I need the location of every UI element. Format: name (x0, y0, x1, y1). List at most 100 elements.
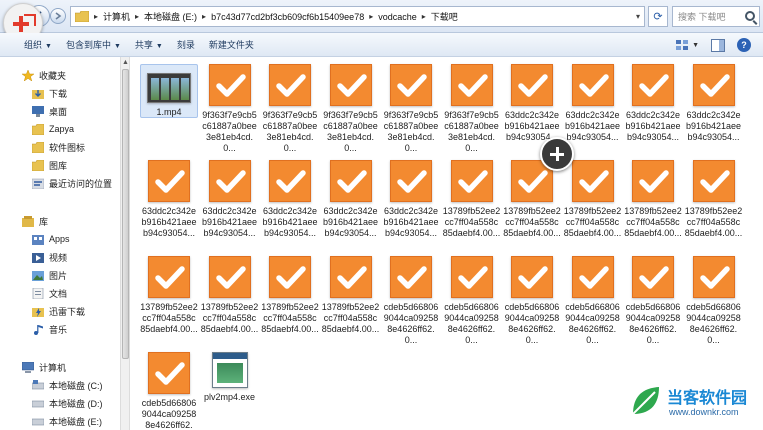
file-item[interactable]: 13789fb52ee2cc7ff04a558c85daebf4.00... (261, 256, 319, 335)
file-item[interactable]: cdeb5d668069044ca092588e4626ff62.0... (140, 352, 198, 430)
file-item[interactable]: cdeb5d668069044ca092588e4626ff62.0... (503, 256, 561, 346)
nav-apps[interactable]: Apps (32, 231, 70, 247)
file-item[interactable]: 63ddc2c342eb916b421aeeb94c93054... (685, 64, 743, 143)
burn-button[interactable]: 刻录 (177, 38, 195, 51)
nav-videos[interactable]: 视频 (32, 249, 67, 265)
file-item[interactable]: 13789fb52ee2cc7ff04a558c85daebf4.00... (624, 160, 682, 239)
library-icon (22, 215, 34, 227)
checkmark-icon (511, 64, 553, 106)
checkmark-icon (571, 64, 614, 106)
checkmark-icon (632, 160, 674, 202)
file-name: 13789fb52ee2cc7ff04a558c85daebf4.00... (261, 302, 319, 334)
nav-library-folder[interactable]: 图库 (32, 157, 67, 173)
file-item[interactable]: 13789fb52ee2cc7ff04a558c85daebf4.00... (201, 256, 259, 335)
file-item[interactable]: cdeb5d668069044ca092588e4626ff62.0... (564, 256, 622, 346)
nav-desktop[interactable]: 桌面 (32, 103, 67, 119)
apps-library-icon (32, 234, 44, 245)
organize-menu[interactable]: 组织 ▼ (24, 38, 52, 51)
file-item[interactable]: 13789fb52ee2cc7ff04a558c85daebf4.00... (443, 160, 501, 239)
file-item[interactable]: 9f363f7e9cb5c61887a0bee3e81eb4cd.0... (261, 64, 319, 154)
help-icon[interactable]: ? (737, 38, 751, 52)
checkmark-icon (450, 256, 493, 298)
nav-drive-e[interactable]: 本地磁盘 (E:) (32, 413, 102, 429)
chevron-down-icon[interactable]: ▼ (692, 42, 699, 49)
file-name: 13789fb52ee2cc7ff04a558c85daebf4.00... (140, 302, 198, 334)
nav-documents[interactable]: 文档 (32, 285, 67, 301)
chevron-down-icon[interactable]: ▾ (636, 12, 640, 21)
file-item[interactable]: 9f363f7e9cb5c61887a0bee3e81eb4cd.0... (382, 64, 440, 154)
include-in-library-menu[interactable]: 包含到库中 ▼ (66, 38, 121, 51)
forward-button[interactable] (50, 8, 66, 24)
navigation-scrollbar[interactable]: ▲ (120, 57, 130, 430)
breadcrumb[interactable]: ▸ 计算机 ▸ 本地磁盘 (E:) ▸ b7c43d77cd2bf3cb609c… (70, 6, 645, 27)
file-name: 63ddc2c342eb916b421aeeb94c93054... (322, 206, 379, 238)
breadcrumb-separator: ▸ (421, 12, 426, 21)
file-name: 63ddc2c342eb916b421aeeb94c93054... (564, 110, 621, 142)
checkmark-icon (511, 256, 553, 298)
file-item[interactable]: 63ddc2c342eb916b421aeeb94c93054... (261, 160, 319, 239)
checkmark-icon (450, 64, 493, 106)
file-item[interactable]: cdeb5d668069044ca092588e4626ff62.0... (624, 256, 682, 346)
file-item[interactable]: 13789fb52ee2cc7ff04a558c85daebf4.00... (322, 256, 380, 335)
checkmark-icon (692, 64, 735, 106)
nav-music[interactable]: 音乐 (32, 321, 67, 337)
scroll-up-icon[interactable]: ▲ (122, 59, 129, 66)
nav-downloads[interactable]: 下载 (32, 85, 67, 101)
video-file-item[interactable]: 1.mp4 (140, 64, 198, 118)
file-item[interactable]: cdeb5d668069044ca092588e4626ff62.0... (685, 256, 743, 346)
file-item[interactable]: 13789fb52ee2cc7ff04a558c85daebf4.00... (685, 160, 743, 239)
drive-icon (32, 400, 44, 407)
nav-drive-d[interactable]: 本地磁盘 (D:) (32, 395, 103, 411)
file-item[interactable]: 63ddc2c342eb916b421aeeb94c93054... (564, 64, 622, 143)
file-item[interactable]: 63ddc2c342eb916b421aeeb94c93054... (140, 160, 198, 239)
new-folder-button[interactable]: 新建文件夹 (209, 38, 254, 51)
file-item[interactable]: 9f363f7e9cb5c61887a0bee3e81eb4cd.0... (443, 64, 501, 154)
file-item[interactable]: cdeb5d668069044ca092588e4626ff62.0... (382, 256, 440, 346)
breadcrumb-hash-folder[interactable]: b7c43d77cd2bf3cb609cf6b15409ee78 (211, 12, 364, 22)
file-item[interactable]: 63ddc2c342eb916b421aeeb94c93054... (382, 160, 440, 239)
file-item[interactable]: 63ddc2c342eb916b421aeeb94c93054... (322, 160, 380, 239)
nav-recent-places[interactable]: 最近访问的位置 (32, 175, 112, 191)
file-item[interactable]: 9f363f7e9cb5c61887a0bee3e81eb4cd.0... (201, 64, 259, 154)
nav-computer[interactable]: 计算机 (22, 359, 66, 375)
file-item[interactable]: 13789fb52ee2cc7ff04a558c85daebf4.00... (503, 160, 561, 239)
file-name: cdeb5d668069044ca092588e4626ff62.0... (444, 302, 499, 345)
file-name: cdeb5d668069044ca092588e4626ff62.0... (504, 302, 560, 345)
scrollbar-thumb[interactable] (122, 69, 129, 359)
refresh-button[interactable]: ⟳ (648, 6, 668, 27)
search-input[interactable]: 搜索 下载吧 (672, 6, 760, 27)
file-item[interactable]: 13789fb52ee2cc7ff04a558c85daebf4.00... (564, 160, 622, 239)
application-icon (211, 352, 248, 388)
file-item[interactable]: 9f363f7e9cb5c61887a0bee3e81eb4cd.0... (322, 64, 380, 154)
breadcrumb-computer[interactable]: 计算机 (103, 10, 130, 23)
nav-thunder-downloads[interactable]: 迅雷下载 (32, 303, 85, 319)
file-item[interactable]: 13789fb52ee2cc7ff04a558c85daebf4.00... (140, 256, 198, 335)
breadcrumb-vodcache[interactable]: vodcache (378, 12, 417, 22)
view-options-icon[interactable] (676, 39, 690, 52)
search-icon (745, 11, 755, 21)
nav-zapya[interactable]: Zapya (32, 121, 74, 137)
file-name: 13789fb52ee2cc7ff04a558c85daebf4.00... (442, 206, 501, 238)
nav-libraries[interactable]: 库 (22, 213, 48, 229)
checkmark-icon (571, 160, 614, 202)
preview-pane-icon[interactable] (711, 38, 725, 52)
file-item[interactable]: 63ddc2c342eb916b421aeeb94c93054... (201, 160, 259, 239)
checkmark-icon (148, 160, 190, 202)
checkmark-icon (450, 160, 493, 202)
file-name: 63ddc2c342eb916b421aeeb94c93054... (685, 110, 742, 142)
add-overlay-icon[interactable] (540, 137, 574, 171)
nav-software-icons[interactable]: 软件图标 (32, 139, 85, 155)
nav-favorites[interactable]: 收藏夹 (22, 67, 66, 83)
exe-file-item[interactable]: plv2mp4.exe (201, 352, 259, 403)
file-item[interactable]: 63ddc2c342eb916b421aeeb94c93054... (503, 64, 561, 143)
file-name: 13789fb52ee2cc7ff04a558c85daebf4.00... (563, 206, 622, 238)
file-item[interactable]: cdeb5d668069044ca092588e4626ff62.0... (443, 256, 501, 346)
nav-pictures[interactable]: 图片 (32, 267, 67, 283)
file-item[interactable]: 63ddc2c342eb916b421aeeb94c93054... (624, 64, 682, 143)
breadcrumb-drive-e[interactable]: 本地磁盘 (E:) (144, 10, 197, 23)
file-name: 13789fb52ee2cc7ff04a558c85daebf4.00... (321, 302, 380, 334)
share-menu[interactable]: 共享 ▼ (135, 38, 163, 51)
nav-drive-c[interactable]: 本地磁盘 (C:) (32, 377, 103, 393)
star-icon (22, 69, 34, 81)
breadcrumb-current[interactable]: 下载吧 (431, 10, 458, 23)
